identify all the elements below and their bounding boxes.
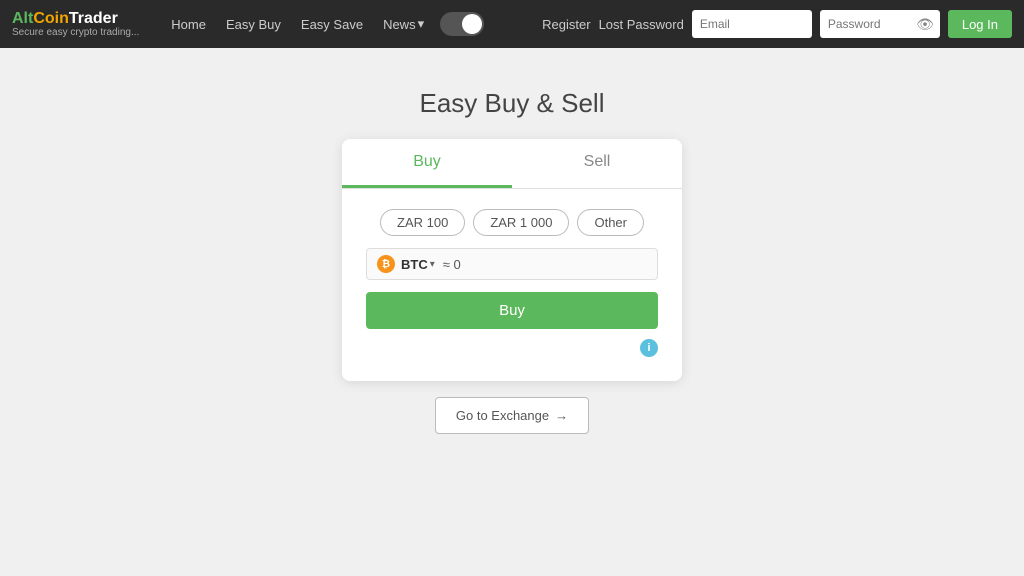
nav-home[interactable]: Home xyxy=(163,13,214,36)
exchange-arrow-icon: → xyxy=(555,408,568,423)
card-body: ZAR 100 ZAR 1 000 Other ₿ BTC ▾ ≈ 0 Buy … xyxy=(342,189,682,381)
login-button[interactable]: Log In xyxy=(948,10,1012,38)
buy-sell-card: Buy Sell ZAR 100 ZAR 1 000 Other ₿ BTC ▾… xyxy=(342,139,682,381)
brand-trader: Trader xyxy=(69,10,118,27)
brand-coin: Coin xyxy=(33,10,69,27)
password-wrapper: 👁 xyxy=(820,10,940,38)
amount-zar1000[interactable]: ZAR 1 000 xyxy=(473,209,569,236)
crypto-arrow-icon: ▾ xyxy=(430,259,435,270)
toggle-knob xyxy=(462,14,482,34)
brand-alt: Alt xyxy=(12,10,33,27)
crypto-symbol: BTC xyxy=(401,257,428,272)
amount-buttons: ZAR 100 ZAR 1 000 Other xyxy=(366,209,658,236)
nav-easy-buy[interactable]: Easy Buy xyxy=(218,13,289,36)
main-content: Easy Buy & Sell Buy Sell ZAR 100 ZAR 1 0… xyxy=(0,48,1024,454)
eye-icon[interactable]: 👁 xyxy=(916,16,934,33)
exchange-btn-label: Go to Exchange xyxy=(456,408,549,423)
register-link[interactable]: Register xyxy=(542,17,590,32)
tab-sell[interactable]: Sell xyxy=(512,139,682,188)
lost-password-link[interactable]: Lost Password xyxy=(599,17,684,32)
chevron-down-icon: ▾ xyxy=(418,16,425,32)
brand-tagline: Secure easy crypto trading... xyxy=(12,27,139,38)
email-field[interactable] xyxy=(692,10,812,38)
btc-icon: ₿ xyxy=(377,255,395,273)
brand-name: AltCoinTrader xyxy=(12,10,139,28)
page-title: Easy Buy & Sell xyxy=(420,88,605,119)
nav-right: Register Lost Password 👁 Log In xyxy=(542,10,1012,38)
nav-news-dropdown[interactable]: News ▾ xyxy=(375,12,432,36)
info-icon[interactable]: i xyxy=(640,339,658,357)
go-to-exchange-button[interactable]: Go to Exchange → xyxy=(435,397,589,434)
crypto-selector[interactable]: ₿ BTC ▾ ≈ 0 xyxy=(366,248,658,280)
tab-buy[interactable]: Buy xyxy=(342,139,512,188)
nav-news-label: News xyxy=(383,17,416,32)
navbar: AltCoinTrader Secure easy crypto trading… xyxy=(0,0,1024,48)
amount-other[interactable]: Other xyxy=(577,209,644,236)
crypto-value: ≈ 0 xyxy=(443,257,461,272)
nav-links: Home Easy Buy Easy Save News ▾ xyxy=(163,12,526,36)
amount-zar100[interactable]: ZAR 100 xyxy=(380,209,465,236)
nav-easy-save[interactable]: Easy Save xyxy=(293,13,371,36)
theme-toggle[interactable] xyxy=(440,12,484,36)
info-row: i xyxy=(366,339,658,357)
brand-logo: AltCoinTrader Secure easy crypto trading… xyxy=(12,10,139,39)
buy-button[interactable]: Buy xyxy=(366,292,658,329)
card-tabs: Buy Sell xyxy=(342,139,682,189)
